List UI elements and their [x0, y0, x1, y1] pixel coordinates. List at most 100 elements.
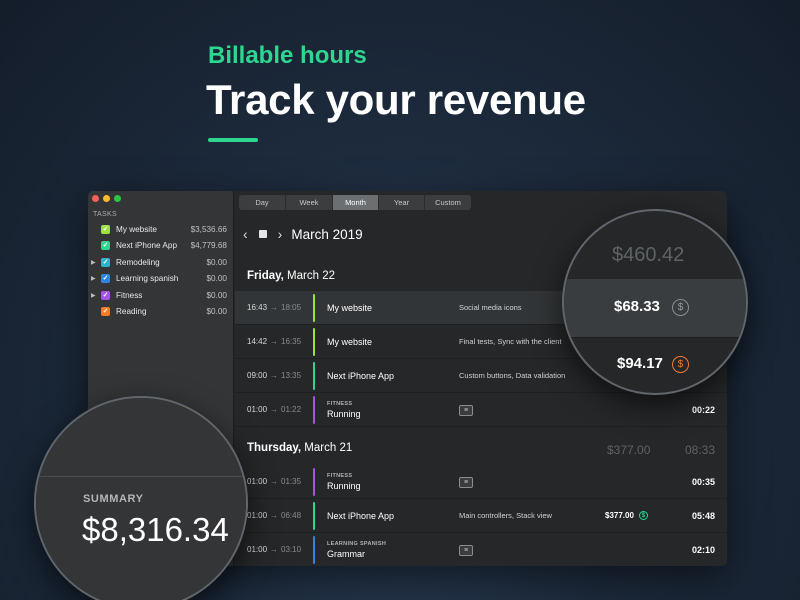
- hero-underline: [208, 138, 258, 142]
- entry-end-time: 03:10: [281, 545, 302, 554]
- task-color-bar: [313, 502, 315, 530]
- time-entry-row[interactable]: 01:00 → 01:35 FITNESS Running ≡ 00:35: [235, 465, 727, 499]
- entry-project-name: Next iPhone App: [327, 370, 395, 381]
- note-icon[interactable]: ≡: [459, 545, 473, 556]
- sidebar-task[interactable]: ▶ ✓ Fitness $0.00: [88, 287, 234, 304]
- entry-project-name: My website: [327, 302, 373, 313]
- task-checkbox[interactable]: ✓: [101, 274, 110, 284]
- arrow-icon: →: [270, 511, 279, 520]
- entry-time-range: 16:43 → 18:05: [247, 291, 301, 324]
- day-weekday: Thursday,: [247, 442, 302, 454]
- task-amount: $3,536.66: [190, 224, 227, 234]
- entry-money-amount: $94.17: [617, 355, 663, 372]
- dollar-icon[interactable]: $: [672, 299, 689, 316]
- day-money-total: $460.42: [612, 244, 685, 266]
- entry-note: Custom buttons, Data validation: [459, 370, 566, 380]
- entry-category: FITNESS: [327, 400, 353, 407]
- time-entry-row[interactable]: 01:00 → 06:48 Next iPhone App Main controlle…: [235, 499, 727, 533]
- entry-start-time: 09:00: [247, 371, 268, 380]
- entry-money-amount: $377.00: [605, 511, 634, 520]
- time-entry-row[interactable]: 01:00 → 03:10 LEARNING SPANISH Grammar ≡ 02:10: [235, 533, 727, 566]
- range-segmented-control: Day Week Month Year Custom: [239, 195, 471, 210]
- note-icon[interactable]: ≡: [459, 477, 473, 488]
- tab-month[interactable]: Month: [333, 195, 379, 210]
- tab-year[interactable]: Year: [379, 195, 425, 210]
- task-checkbox[interactable]: ✓: [101, 241, 110, 251]
- entry-end-time: 16:35: [281, 337, 302, 346]
- entry-end-time: 13:35: [281, 371, 302, 380]
- entry-project: LEARNING SPANISH Grammar: [327, 533, 386, 566]
- arrow-icon: →: [270, 545, 279, 554]
- arrow-icon: →: [270, 303, 279, 312]
- day-time-total: 08:33: [684, 443, 715, 457]
- task-name: Fitness: [116, 290, 143, 300]
- entry-category: LEARNING SPANISH: [327, 540, 387, 547]
- entry-time-range: 01:00 → 03:10: [247, 533, 301, 566]
- month-navigation: ‹ › March 2019: [243, 226, 363, 242]
- entry-time-range: 01:00 → 01:22: [247, 393, 301, 426]
- tab-week[interactable]: Week: [286, 195, 333, 210]
- zoom-button[interactable]: [114, 195, 121, 202]
- task-checkbox[interactable]: ✓: [101, 224, 110, 234]
- entry-note: Final tests, Sync with the client: [459, 336, 562, 346]
- tab-day[interactable]: Day: [239, 195, 286, 210]
- entry-time-range: 09:00 → 13:35: [247, 359, 301, 392]
- entry-time-range: 14:42 → 16:35: [247, 325, 301, 358]
- task-color-bar: [313, 396, 315, 424]
- task-name: Next iPhone App: [116, 241, 177, 251]
- tab-custom[interactable]: Custom: [425, 195, 471, 210]
- hero-eyebrow: Billable hours: [208, 42, 367, 69]
- task-name: My website: [116, 224, 157, 234]
- disclosure-triangle-icon[interactable]: ▶: [91, 259, 96, 266]
- entry-category: FITNESS: [327, 472, 353, 479]
- entry-project-name: Grammar: [327, 548, 365, 559]
- entry-end-time: 01:35: [281, 477, 302, 486]
- chevron-right-icon[interactable]: ›: [278, 226, 283, 242]
- task-amount: $4,779.68: [190, 241, 227, 251]
- minimize-button[interactable]: [103, 195, 110, 202]
- entry-project-name: Running: [327, 480, 361, 491]
- entry-end-time: 01:22: [281, 405, 302, 414]
- entry-project: Next iPhone App: [327, 359, 394, 392]
- arrow-icon: →: [270, 337, 279, 346]
- entry-start-time: 16:43: [247, 303, 268, 312]
- dollar-icon[interactable]: $: [638, 511, 648, 520]
- entry-money: $377.00 $: [605, 499, 648, 532]
- task-checkbox[interactable]: ✓: [101, 307, 110, 317]
- money-magnifier: $460.42 $68.33 $ $94.17 $: [562, 209, 748, 395]
- note-icon[interactable]: ≡: [459, 405, 473, 416]
- sidebar-task[interactable]: ▶ ✓ Learning spanish $0.00: [88, 271, 234, 288]
- task-amount: $0.00: [206, 290, 228, 300]
- task-checkbox[interactable]: ✓: [101, 290, 110, 300]
- disclosure-triangle-icon[interactable]: ▶: [91, 292, 96, 299]
- entry-start-time: 01:00: [247, 545, 268, 554]
- dollar-icon[interactable]: $: [672, 356, 689, 373]
- disclosure-triangle-icon[interactable]: ▶: [91, 275, 96, 282]
- task-color-bar: [313, 294, 315, 322]
- entry-project-name: Next iPhone App: [327, 510, 395, 521]
- sidebar-task[interactable]: ▶ ✓ Remodeling $0.00: [88, 254, 234, 271]
- entry-project: My website: [327, 291, 372, 324]
- entry-project: My website: [327, 325, 372, 358]
- entry-duration: 02:10: [691, 544, 715, 555]
- sidebar-task[interactable]: ✓ My website $3,536.66: [88, 221, 234, 238]
- entry-start-time: 01:00: [247, 477, 268, 486]
- task-color-bar: [313, 328, 315, 356]
- task-amount: $0.00: [206, 307, 228, 317]
- chevron-left-icon[interactable]: ‹: [243, 226, 248, 242]
- summary-magnifier: SUMMARY $8,316.34: [34, 396, 248, 600]
- summary-value: $8,316.34: [82, 511, 229, 548]
- window-controls: [92, 195, 121, 202]
- stop-icon[interactable]: [258, 230, 267, 238]
- hero-title: Track your revenue: [206, 76, 586, 123]
- entry-start-time: 01:00: [247, 405, 268, 414]
- sidebar-task[interactable]: ✓ Reading $0.00: [88, 304, 234, 321]
- task-checkbox[interactable]: ✓: [101, 257, 110, 267]
- sidebar-task[interactable]: ✓ Next iPhone App $4,779.68: [88, 238, 234, 255]
- time-entry-row[interactable]: 01:00 → 01:22 FITNESS Running ≡ 00:22: [235, 393, 727, 427]
- entry-start-time: 01:00: [247, 511, 268, 520]
- task-list: ✓ My website $3,536.66 ✓ Next iPhone App $4,7…: [88, 221, 234, 320]
- entry-money-amount: $68.33: [614, 298, 660, 315]
- close-button[interactable]: [92, 195, 99, 202]
- entry-note: Social media icons: [459, 302, 522, 312]
